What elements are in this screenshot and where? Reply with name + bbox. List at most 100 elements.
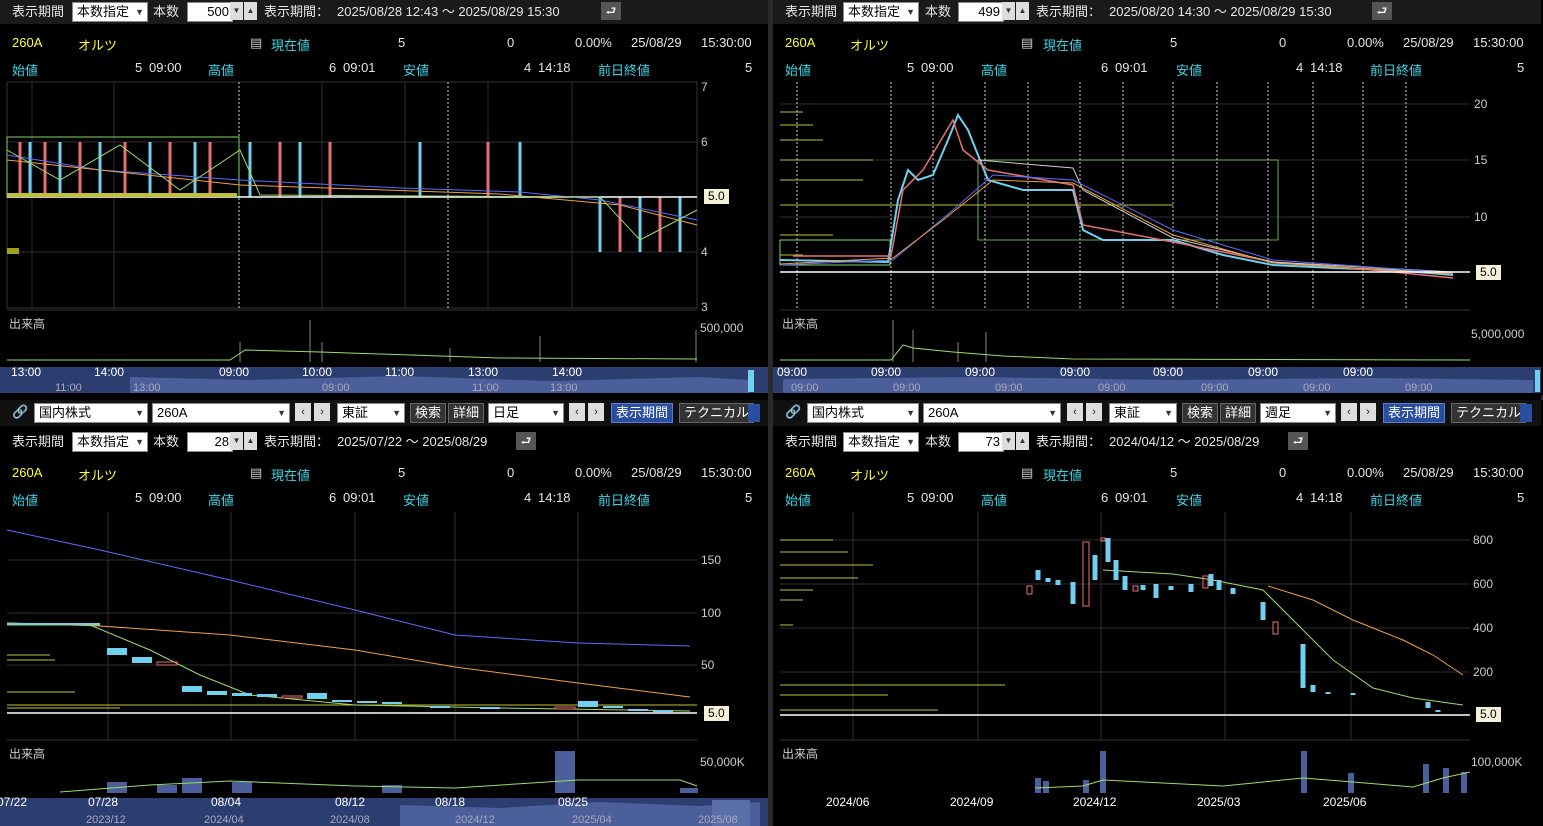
period-button[interactable]: 表示期間 (1383, 403, 1446, 423)
document-icon[interactable]: ▤ (250, 35, 262, 51)
count-mode-select[interactable]: 本数指定 (72, 432, 149, 452)
next-period-button[interactable]: › (1360, 403, 1376, 421)
current-label: 現在値 (1043, 468, 1083, 483)
reset-icon[interactable]: ⮐ (1372, 2, 1392, 20)
count-mode-select[interactable]: 本数指定 (72, 2, 149, 22)
count-down-button[interactable]: ▼ (1002, 2, 1015, 20)
count-input[interactable]: 28 (187, 432, 233, 452)
x-tick: 09:00 (1248, 365, 1278, 379)
prev-symbol-button[interactable]: ‹ (1067, 403, 1083, 421)
x-tick: 08/12 (335, 795, 365, 809)
quote-date: 25/08/29 (631, 35, 682, 50)
symbol-select[interactable]: 260A (152, 403, 290, 423)
count-input[interactable]: 499 (958, 2, 1004, 22)
scroll-tick: 13:00 (133, 382, 161, 393)
y-tick: 100 (701, 606, 721, 620)
quote-time: 15:30:00 (701, 465, 752, 480)
open-label: 始値 (12, 63, 39, 78)
count-up-button[interactable]: ▲ (1016, 432, 1029, 450)
open-label: 始値 (12, 493, 39, 508)
open-label: 始値 (785, 493, 812, 508)
timeframe-select[interactable]: 週足 (1260, 403, 1336, 423)
market-select[interactable]: 国内株式 (807, 403, 919, 423)
search-button[interactable]: 検索 (1182, 403, 1219, 423)
document-icon[interactable]: ▤ (1021, 35, 1033, 51)
stock-code: 260A (12, 465, 43, 480)
next-symbol-button[interactable]: › (314, 403, 330, 421)
technical-button[interactable]: テクニカル (679, 403, 755, 423)
price-chart[interactable]: 7 6 4 3 出来高 500,000 13:00 14:00 09:00 10… (0, 80, 768, 393)
next-period-button[interactable]: › (588, 403, 604, 421)
exchange-select[interactable]: 東証 (337, 403, 405, 423)
next-symbol-button[interactable]: › (1086, 403, 1102, 421)
reset-icon[interactable]: ⮐ (1288, 432, 1308, 450)
quote-row-2: 始値 5 09:00 高値 6 09:01 安値 4 14:18 前日終値 5 (0, 56, 768, 78)
count-input[interactable]: 73 (958, 432, 1004, 452)
change-value: 0 (507, 465, 515, 480)
stock-code: 260A (785, 35, 816, 50)
count-input[interactable]: 500 (187, 2, 233, 22)
document-icon[interactable]: ▤ (1021, 465, 1033, 481)
prev-close-label: 前日終値 (1370, 493, 1423, 508)
x-tick: 09:00 (1060, 365, 1090, 379)
open-time: 09:00 (149, 60, 182, 75)
quote-time: 15:30:00 (701, 35, 752, 50)
y-tick: 50 (701, 658, 715, 672)
search-button[interactable]: 検索 (410, 403, 447, 423)
link-icon[interactable]: 🔗 (785, 404, 801, 420)
current-value: 5 (1170, 465, 1178, 480)
document-icon[interactable]: ▤ (250, 465, 262, 481)
count-mode-select[interactable]: 本数指定 (843, 2, 920, 22)
count-up-button[interactable]: ▲ (244, 2, 257, 20)
detail-button[interactable]: 詳細 (1220, 403, 1257, 423)
count-down-button[interactable]: ▼ (230, 2, 243, 20)
panel-toggle[interactable] (748, 404, 760, 422)
current-value: 5 (398, 465, 406, 480)
x-tick: 09:00 (777, 365, 807, 379)
exchange-select[interactable]: 東証 (1109, 403, 1177, 423)
high-label: 高値 (208, 63, 235, 78)
scroll-tick: 11:00 (55, 382, 82, 393)
count-up-button[interactable]: ▲ (1016, 2, 1029, 20)
count-down-button[interactable]: ▼ (1002, 432, 1015, 450)
y-tick: 150 (701, 553, 721, 567)
change-pct: 0.00% (1347, 465, 1384, 480)
x-tick: 09:00 (219, 365, 249, 379)
prev-symbol-button[interactable]: ‹ (295, 403, 311, 421)
scroll-tick: 09:00 (1098, 382, 1126, 393)
count-mode-select[interactable]: 本数指定 (843, 432, 920, 452)
count-up-button[interactable]: ▲ (244, 432, 257, 450)
scroll-tick: 13:00 (550, 382, 578, 393)
panel-toggle[interactable] (1520, 404, 1532, 422)
count-label: 本数 (925, 434, 952, 449)
timeframe-select[interactable]: 日足 (488, 403, 564, 423)
y-tick: 10 (1474, 210, 1488, 224)
market-select[interactable]: 国内株式 (34, 403, 148, 423)
current-label: 現在値 (271, 38, 311, 53)
prev-period-button[interactable]: ‹ (1341, 403, 1357, 421)
high-value: 6 (329, 60, 337, 75)
y-tick: 4 (701, 245, 708, 259)
period-toolbar: 表示期間 本数指定 本数 28 ▼ ▲ 表示期間： 2025/07/22 ～ 2… (0, 430, 768, 454)
technical-button[interactable]: テクニカル (1451, 403, 1527, 423)
prev-period-button[interactable]: ‹ (569, 403, 585, 421)
period-toolbar: 表示期間 本数指定 本数 500 ▼ ▲ 表示期間： 2025/08/28 12… (0, 0, 768, 24)
quote-row-1: 260A オルツ ▤ 現在値 5 0 0.00% 25/08/29 15:30:… (773, 461, 1541, 483)
quote-date: 25/08/29 (1403, 465, 1454, 480)
count-down-button[interactable]: ▼ (230, 432, 243, 450)
x-tick: 13:00 (468, 365, 498, 379)
high-label: 高値 (208, 493, 235, 508)
reset-icon[interactable]: ⮐ (516, 432, 536, 450)
price-chart[interactable]: 800 600 400 200 出来高 100,000K 2024/06 202… (773, 510, 1541, 826)
price-chart[interactable]: 150 100 50 出来高 50,000K 07/22 07/28 08/04… (0, 510, 768, 826)
link-icon[interactable]: 🔗 (12, 404, 28, 420)
y-tick: 15 (1474, 153, 1488, 167)
high-value: 6 (329, 490, 337, 505)
symbol-select[interactable]: 260A (923, 403, 1061, 423)
low-value: 4 (524, 490, 532, 505)
reset-icon[interactable]: ⮐ (601, 2, 621, 20)
x-tick: 07/28 (88, 795, 118, 809)
price-chart[interactable]: 20 15 10 出来高 5,000,000 09:00 09:00 09:00… (773, 80, 1541, 393)
detail-button[interactable]: 詳細 (448, 403, 485, 423)
period-button[interactable]: 表示期間 (611, 403, 674, 423)
